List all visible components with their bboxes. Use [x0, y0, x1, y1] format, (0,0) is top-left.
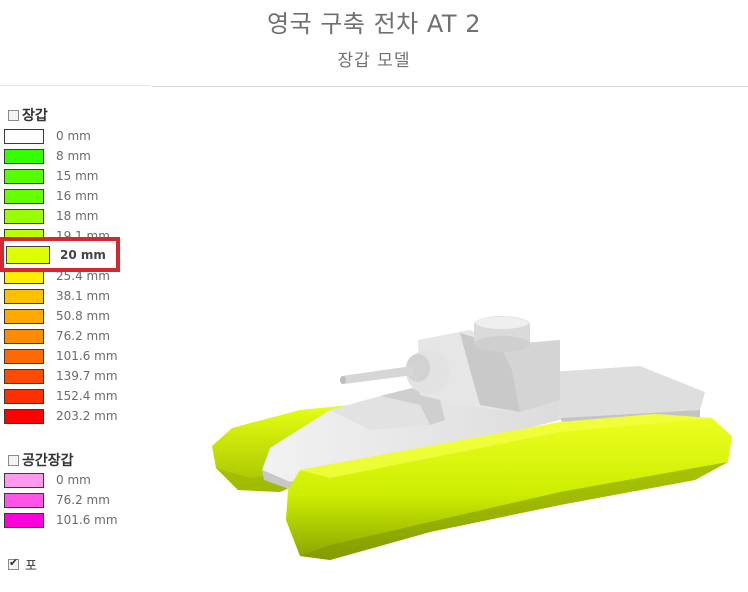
- gun-barrel: [340, 366, 414, 384]
- tank-model-viewport[interactable]: [0, 0, 748, 592]
